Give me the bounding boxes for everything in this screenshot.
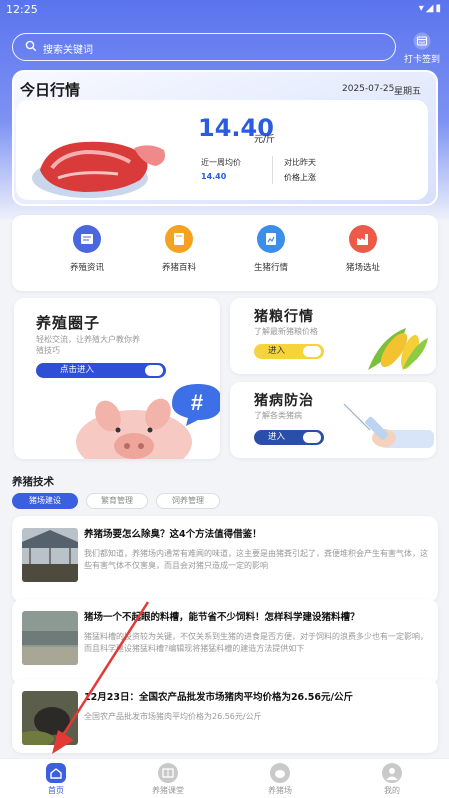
tab-label: 养猪课堂 — [152, 786, 184, 795]
price-card[interactable]: 今日行情 2025-07-25 星期五 14.40 元/斤 近一周均价 14.4… — [12, 70, 438, 206]
article-thumbnail — [22, 528, 78, 582]
status-bar: 12:25 ▾◢▮ — [0, 0, 449, 20]
promo-circle-subtitle: 轻松交流，让养殖大户教你养殖技巧 — [36, 335, 140, 355]
article-item[interactable]: 养猪场要怎么除臭？这4个方法值得借鉴！ 我们都知道，养猪场内通常有难闻的味道，这… — [12, 516, 438, 602]
news-icon — [73, 225, 101, 253]
promo-disease-card[interactable]: 猪病防治 了解各类猪病 进入 — [230, 382, 436, 458]
search-input[interactable]: 搜索关键词 — [12, 33, 396, 61]
promo-disease-button[interactable]: 进入 — [254, 430, 324, 445]
pork-icon — [32, 141, 165, 198]
promo-circle-button-label: 点击进入 — [60, 365, 95, 375]
arrow-right-icon — [145, 365, 163, 376]
week-avg-label: 近一周均价 — [201, 158, 241, 167]
chart-doc-icon — [257, 225, 285, 253]
quick-label: 生猪行情 — [253, 263, 288, 273]
promo-circle-title: 养殖圈子 — [36, 314, 101, 332]
article-title: 12月23日：全国农产品批发市场猪肉平均价格为26.56元/公斤 — [84, 692, 353, 703]
promo-feed-button[interactable]: 进入 — [254, 344, 324, 359]
tab-breeding[interactable]: 繁育管理 — [86, 493, 148, 509]
week-avg-value: 14.40 — [201, 172, 227, 181]
arrow-right-icon — [303, 432, 321, 443]
calendar-icon — [413, 32, 431, 50]
article-thumbnail — [22, 691, 78, 745]
article-title: 养猪场要怎么除臭？这4个方法值得借鉴！ — [84, 529, 262, 540]
article-item[interactable]: 猪场一个不起眼的料槽，能节省不少饲料！怎样科学建设猪料槽？ 猪猛料槽的投资较为关… — [12, 599, 438, 685]
promo-disease-button-label: 进入 — [268, 432, 286, 442]
home-icon — [46, 763, 66, 783]
tab-classroom[interactable]: 养猪课堂 — [138, 763, 198, 796]
status-icons: ▾◢▮ — [418, 3, 443, 14]
promo-feed-title: 猪粮行情 — [254, 309, 314, 325]
price-unit: 元/斤 — [254, 135, 276, 145]
svg-text:#: # — [191, 390, 203, 415]
classroom-icon — [158, 763, 178, 783]
checkin-button[interactable]: 打卡签到 — [400, 32, 444, 65]
article-title: 猪场一个不起眼的料槽，能节省不少饲料！怎样科学建设猪料槽？ — [84, 612, 360, 623]
tab-home[interactable]: 首页 — [26, 763, 86, 796]
arrow-right-icon — [303, 346, 321, 357]
tab-label: 首页 — [48, 786, 64, 795]
quick-label: 养殖资讯 — [69, 263, 104, 273]
quick-label: 养猪百科 — [161, 263, 196, 273]
bottom-tab-bar: 首页 养猪课堂 养猪场 我的 — [0, 758, 449, 798]
promo-disease-title: 猪病防治 — [254, 393, 314, 409]
corn-icon — [368, 328, 428, 370]
quick-label: 猪场选址 — [345, 263, 380, 273]
article-desc: 猪猛料槽的投资较为关键，不仅关系到生猪的进食是否方便，对于饲料的浪费多少也有一定… — [84, 632, 428, 653]
article-thumbnail — [22, 611, 78, 665]
checkin-label: 打卡签到 — [403, 55, 440, 65]
promo-feed-subtitle: 了解最新猪粮价格 — [254, 327, 318, 336]
status-time: 12:25 — [6, 3, 38, 16]
profile-icon — [382, 763, 402, 783]
quick-item-encyclopedia[interactable]: 养猪百科 — [144, 225, 214, 273]
compare-value: 价格上涨 — [284, 173, 316, 182]
promo-circle-button[interactable]: 点击进入 — [36, 363, 166, 378]
price-title: 今日行情 — [20, 81, 81, 99]
article-desc: 我们都知道，养猪场内通常有难闻的味道，这主要是由猪粪引起了，粪便堆积会产生有害气… — [84, 549, 428, 570]
book-icon — [165, 225, 193, 253]
farm-icon — [270, 763, 290, 783]
quick-item-market[interactable]: 生猪行情 — [236, 225, 306, 273]
syringe-icon — [343, 403, 434, 448]
article-item[interactable]: 12月23日：全国农产品批发市场猪肉平均价格为26.56元/公斤 全国农产品批发… — [12, 679, 438, 753]
promo-disease-subtitle: 了解各类猪病 — [254, 411, 302, 420]
quick-menu: 养殖资讯 养猪百科 生猪行情 猪场选址 — [12, 215, 438, 291]
quick-item-site[interactable]: 猪场选址 — [328, 225, 398, 273]
price-date: 2025-07-25 — [342, 84, 395, 94]
tab-farm-construction[interactable]: 猪场建设 — [12, 493, 78, 509]
tab-label: 养猪场 — [268, 786, 292, 795]
tab-farm[interactable]: 养猪场 — [250, 763, 310, 796]
promo-feed-button-label: 进入 — [268, 346, 286, 356]
price-divider — [272, 156, 273, 184]
tab-feeding[interactable]: 饲养管理 — [156, 493, 220, 509]
compare-label: 对比昨天 — [284, 158, 316, 167]
promo-circle-card[interactable]: 养殖圈子 轻松交流，让养殖大户教你养殖技巧 点击进入 # — [14, 298, 220, 459]
article-desc: 全国农产品批发市场猪肉平均价格为26.56元/公斤 — [84, 712, 262, 721]
search-placeholder: 搜索关键词 — [43, 45, 93, 56]
tab-label: 我的 — [384, 786, 400, 795]
factory-icon — [349, 225, 377, 253]
tech-section-title: 养猪技术 — [12, 476, 54, 488]
tab-profile[interactable]: 我的 — [362, 763, 422, 796]
promo-feed-card[interactable]: 猪粮行情 了解最新猪粮价格 进入 — [230, 298, 436, 374]
pig-icon: # — [76, 384, 220, 459]
quick-item-news[interactable]: 养殖资讯 — [52, 225, 122, 273]
price-weekday: 星期五 — [394, 87, 422, 97]
search-icon — [25, 40, 37, 52]
